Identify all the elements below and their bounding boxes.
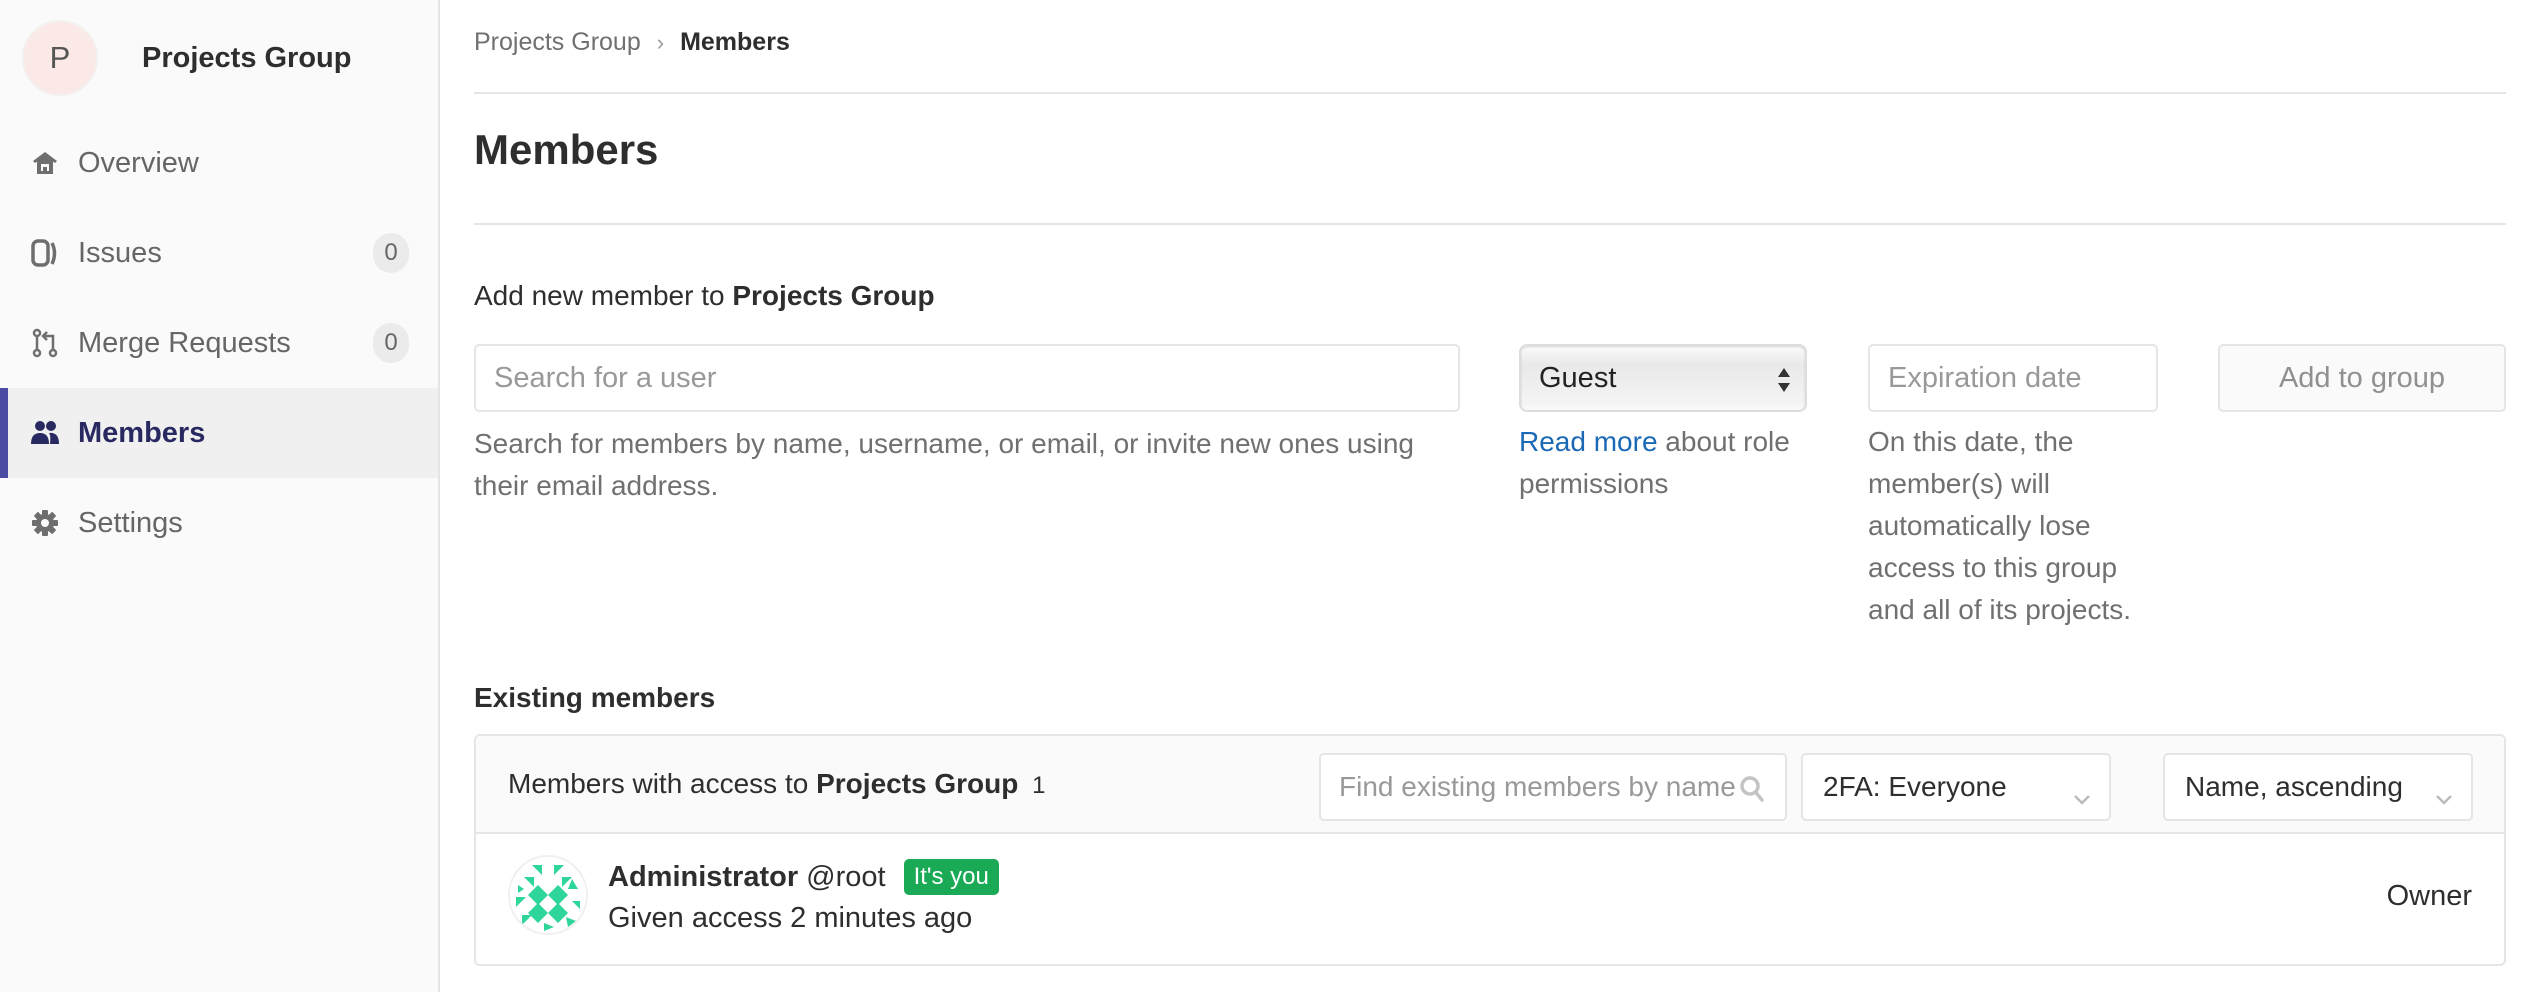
sort-value: Name, ascending <box>2185 771 2403 802</box>
sidebar-item-issues[interactable]: Issues 0 <box>0 208 438 298</box>
expiration-date-placeholder: Expiration date <box>1888 361 2082 394</box>
find-members-input[interactable]: Find existing members by name <box>1319 753 1787 821</box>
breadcrumb: Projects Group › Members <box>474 28 790 57</box>
sidebar-item-overview[interactable]: Overview <box>0 118 438 208</box>
members-count: 1 <box>1032 772 1046 799</box>
members-panel-header: Members with access to Projects Group 1 … <box>476 736 2504 834</box>
member-row: Administrator @root It's you Given acces… <box>476 836 2504 964</box>
chevron-down-icon <box>2073 781 2091 813</box>
breadcrumb-parent-link[interactable]: Projects Group <box>474 28 641 57</box>
add-member-title-prefix: Add new member to <box>474 280 725 311</box>
member-name-line: Administrator @root It's you <box>608 859 999 895</box>
merge-requests-count-badge: 0 <box>373 323 409 363</box>
merge-request-icon <box>30 328 60 358</box>
sort-dropdown[interactable]: Name, ascending <box>2163 753 2473 821</box>
add-to-group-button[interactable]: Add to group <box>2218 344 2506 412</box>
user-search-help: Search for members by name, username, or… <box>474 428 1414 501</box>
member-username: @root <box>806 860 886 893</box>
user-search-input[interactable]: Search for a user <box>474 344 1460 412</box>
home-icon <box>30 148 60 178</box>
role-select-value: Guest <box>1539 361 1617 394</box>
members-panel-title: Members with access to Projects Group 1 <box>508 768 1046 800</box>
members-panel: Members with access to Projects Group 1 … <box>474 734 2506 966</box>
sidebar-nav: Overview Issues 0 Merge Requests 0 Membe… <box>0 118 438 568</box>
role-select[interactable]: Guest <box>1519 344 1807 412</box>
two-factor-filter-value: 2FA: Everyone <box>1823 771 2007 802</box>
sidebar-item-settings[interactable]: Settings <box>0 478 438 568</box>
expiration-date-input[interactable]: Expiration date <box>1868 344 2158 412</box>
sidebar-item-merge-requests[interactable]: Merge Requests 0 <box>0 298 438 388</box>
breadcrumb-separator-icon: › <box>656 29 665 55</box>
member-avatar[interactable] <box>508 855 588 935</box>
role-help: Read more about role permissions <box>1519 421 1819 505</box>
users-icon <box>30 418 60 448</box>
members-panel-title-prefix: Members with access to <box>508 768 809 799</box>
issues-count-badge: 0 <box>373 233 409 273</box>
user-search-placeholder: Search for a user <box>494 361 717 394</box>
read-more-link[interactable]: Read more <box>1519 426 1658 457</box>
page-title: Members <box>474 126 659 173</box>
gear-icon <box>30 508 60 538</box>
find-members-placeholder: Find existing members by name <box>1339 771 1736 802</box>
member-access-time: Given access 2 minutes ago <box>608 902 973 934</box>
group-avatar: P <box>22 20 98 96</box>
sidebar: P Projects Group Overview Issues 0 Merge… <box>0 0 440 992</box>
sidebar-group-header[interactable]: P Projects Group <box>22 20 352 96</box>
members-panel-title-group: Projects Group <box>816 768 1019 799</box>
divider <box>474 223 2506 225</box>
divider <box>474 92 2506 94</box>
sidebar-item-label: Overview <box>78 146 199 179</box>
sidebar-item-label: Settings <box>78 506 183 539</box>
member-role: Owner <box>2386 880 2472 912</box>
member-name[interactable]: Administrator <box>608 861 798 894</box>
search-icon[interactable] <box>1739 775 1765 810</box>
group-name[interactable]: Projects Group <box>142 42 352 75</box>
sidebar-item-label: Members <box>78 416 206 449</box>
select-arrows-icon <box>1777 366 1791 394</box>
chevron-down-icon <box>2435 781 2453 813</box>
two-factor-filter-dropdown[interactable]: 2FA: Everyone <box>1801 753 2111 821</box>
expiration-help: On this date, the member(s) will automat… <box>1868 426 2132 625</box>
add-member-title-group: Projects Group <box>732 280 935 311</box>
sidebar-item-label: Merge Requests <box>78 326 291 359</box>
existing-members-title: Existing members <box>474 682 716 713</box>
issues-icon <box>30 238 60 268</box>
sidebar-item-members[interactable]: Members <box>0 388 438 478</box>
add-member-title: Add new member to Projects Group <box>474 280 935 312</box>
its-you-badge: It's you <box>903 859 999 895</box>
identicon-icon <box>516 865 580 931</box>
breadcrumb-current[interactable]: Members <box>680 28 790 57</box>
sidebar-item-label: Issues <box>78 236 162 269</box>
